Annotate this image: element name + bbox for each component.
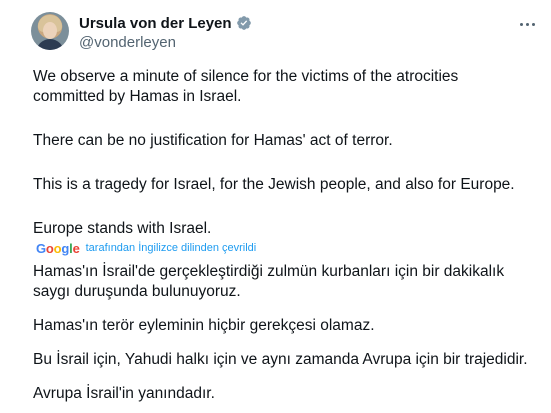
verified-badge-icon xyxy=(236,16,251,30)
translated-paragraph-3: Bu İsrail için, Yahudi halkı için ve ayn… xyxy=(33,351,528,368)
translated-paragraph-1: Hamas'ın İsrail'de gerçekleştirdiği zulm… xyxy=(33,263,505,300)
avatar[interactable] xyxy=(31,12,69,50)
translation-label[interactable]: tarafından İngilizce dilinden çevrildi xyxy=(86,242,257,254)
translation-attribution[interactable]: Google tarafından İngilizce dilinden çev… xyxy=(36,240,256,256)
more-options-icon[interactable] xyxy=(515,14,539,34)
tweet-paragraph-3: This is a tragedy for Israel, for the Je… xyxy=(33,176,515,193)
tweet-paragraph-2: There can be no justification for Hamas'… xyxy=(33,132,393,149)
google-logo: Google xyxy=(36,240,80,256)
author-name-row[interactable]: Ursula von der Leyen xyxy=(79,13,252,33)
translated-paragraph-4: Avrupa İsrail'in yanındadır. xyxy=(33,385,215,402)
author-handle[interactable]: @vonderleyen xyxy=(79,34,176,51)
translated-paragraph-2: Hamas'ın terör eyleminin hiçbir gerekçes… xyxy=(33,317,375,334)
author-display-name[interactable]: Ursula von der Leyen xyxy=(79,15,232,32)
tweet-paragraph-1: We observe a minute of silence for the v… xyxy=(33,68,459,105)
tweet-paragraph-4: Europe stands with Israel. xyxy=(33,220,212,237)
